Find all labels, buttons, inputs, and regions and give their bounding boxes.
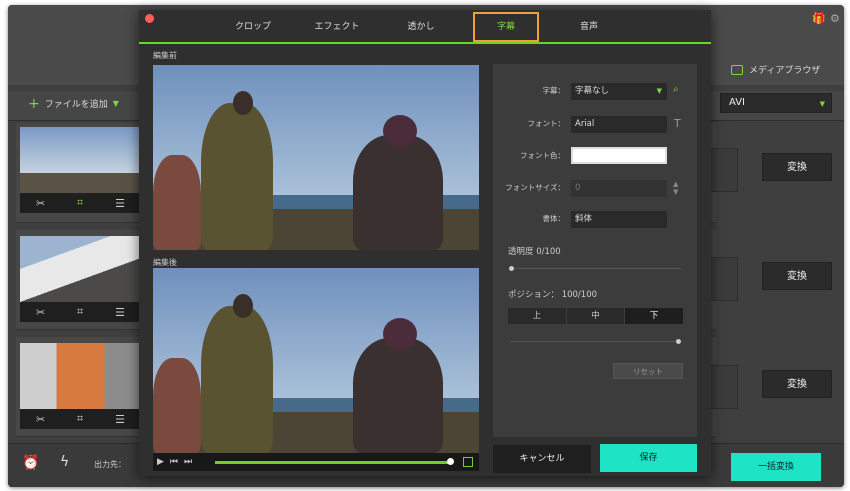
chevron-down-icon: ▼ [656,87,662,95]
thumbnail-toolbar: ✂ ⌗ ☰ [20,193,141,213]
scissors-icon[interactable]: ✂ [36,197,45,210]
position-top[interactable]: 上 [508,308,567,324]
font-color-swatch[interactable] [571,147,667,164]
save-button[interactable]: 保存 [600,444,697,472]
batch-convert-button[interactable]: 一括変換 [731,453,821,481]
font-color-label: フォント色： [520,151,565,160]
crop-icon[interactable]: ⌗ [77,305,83,319]
output-format-select[interactable]: AVI ▼ [720,93,832,113]
format-thumb[interactable] [708,257,738,301]
gear-icon[interactable]: ⚙ [830,13,841,24]
playback-progress-knob[interactable] [447,458,454,465]
media-browser-label: メディアブラウザ [749,66,821,76]
format-thumb[interactable] [708,148,738,192]
transparency-slider[interactable] [511,268,681,269]
gift-icon[interactable]: 🎁 [812,13,826,24]
tab-subtitle[interactable]: 字幕 [473,12,539,42]
subtitle-select[interactable]: 字幕なし ▼ [571,83,667,100]
before-label: 編集前 [153,51,177,60]
transparency-label: 透明度 0/100 [508,247,561,257]
video-thumbnail [20,127,141,193]
step-back-icon[interactable]: ⏮ [170,457,178,467]
position-label: ポジション： 100/100 [508,290,598,300]
subtitle-value: 字幕なし [575,86,610,96]
transparency-slider-knob[interactable] [509,266,514,271]
position-slider-knob[interactable] [676,339,681,344]
before-preview [153,65,479,250]
tab-effect[interactable]: エフェクト [303,10,371,44]
alarm-clock-icon[interactable]: ⏰ [22,455,39,471]
font-field[interactable]: Arial [571,116,667,133]
subtitle-label: 字幕： [542,86,566,95]
editor-tabs: クロップ エフェクト 透かし 字幕 音声 [139,10,711,44]
crop-icon[interactable]: ⌗ [77,196,83,210]
style-label: 書体： [542,214,566,223]
adjust-icon[interactable]: ☰ [115,197,125,210]
close-dot-icon[interactable] [145,14,154,23]
tab-crop[interactable]: クロップ [221,10,285,44]
text-style-icon[interactable]: T [674,117,681,130]
add-file-button[interactable]: + ファイルを追加 ▼ [28,95,119,112]
convert-button[interactable]: 変換 [762,262,832,290]
style-field[interactable]: 斜体 [571,211,667,228]
position-segmented-control: 上 中 下 [508,308,685,324]
plus-icon: + [28,95,40,112]
format-thumb[interactable] [708,365,738,409]
font-size-label: フォントサイズ： [505,183,565,192]
position-middle[interactable]: 中 [567,308,626,324]
position-slider[interactable] [511,341,679,342]
tab-watermark[interactable]: 透かし [393,10,449,44]
lightning-icon[interactable]: ϟ [60,454,69,470]
position-bottom[interactable]: 下 [625,308,685,324]
after-label: 編集後 [153,258,177,267]
fullscreen-icon[interactable] [463,457,473,467]
play-icon[interactable]: ▶ [157,457,164,467]
video-thumbnail [20,343,141,409]
thumbnail-toolbar: ✂ ⌗ ☰ [20,409,141,429]
adjust-icon[interactable]: ☰ [115,413,125,426]
scissors-icon[interactable]: ✂ [36,306,45,319]
folder-icon [731,64,743,75]
convert-button[interactable]: 変換 [762,370,832,398]
dropdown-arrow-icon: ▼ [112,99,119,108]
adjust-icon[interactable]: ☰ [115,306,125,319]
output-label: 出力先： [94,460,126,469]
after-preview [153,268,479,453]
editor-dialog: クロップ エフェクト 透かし 字幕 音声 編集前 編集後 ▶ ⏮ ⏭ 字幕： 字… [139,10,711,476]
cancel-button[interactable]: キャンセル [493,445,591,473]
scissors-icon[interactable]: ✂ [36,413,45,426]
playback-progress[interactable] [215,461,451,464]
format-value: AVI [729,97,745,108]
video-thumbnail [20,236,141,302]
chevron-down-icon: ▼ [819,100,825,108]
stepper-icon[interactable]: ▲ ▼ [673,180,678,196]
tab-audio[interactable]: 音声 [561,10,617,44]
font-size-field[interactable]: 0 [571,180,667,197]
step-forward-icon[interactable]: ⏭ [184,457,192,467]
reset-button[interactable]: リセット [613,363,683,379]
font-label: フォント： [527,119,566,128]
thumbnail-toolbar: ✂ ⌗ ☰ [20,302,141,322]
crop-icon[interactable]: ⌗ [77,412,83,426]
convert-button[interactable]: 変換 [762,153,832,181]
add-file-label: ファイルを追加 [44,100,108,110]
search-icon[interactable]: ⌕ [673,84,679,95]
media-browser-button[interactable]: メディアブラウザ [731,63,820,76]
